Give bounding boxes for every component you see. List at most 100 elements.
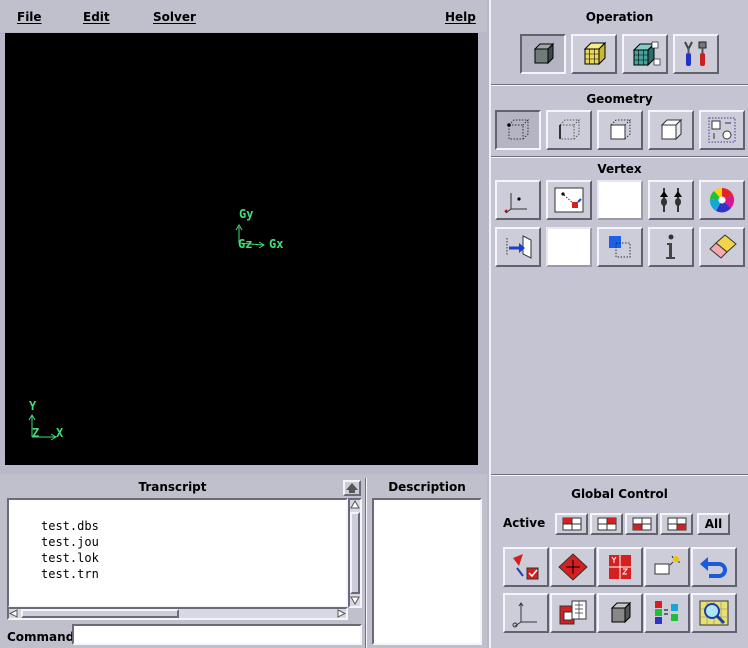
shaded-cube-icon [610,601,632,624]
operation-zones-button[interactable] [622,34,668,74]
edge-cube-icon [559,119,581,140]
operation-tools-button[interactable] [673,34,719,74]
operation-title: Operation [585,10,654,24]
view-quadrant-icon [667,517,686,531]
menu-help[interactable]: Help [445,10,476,24]
origin-gz-label: Gz [238,237,253,251]
colormap-icon [655,601,678,624]
global-select-button[interactable] [550,547,596,587]
orient-axes-icon [609,555,631,579]
mesh-cube-icon [583,41,607,66]
menu-edit[interactable]: Edit [83,10,110,24]
geometry-vertex-button[interactable] [495,110,541,150]
face-cube-icon [610,119,632,140]
undo-icon [700,557,727,578]
global-shade-button[interactable] [597,593,643,633]
scroll-right-icon[interactable] [336,609,346,618]
view-quadrant-icon [597,517,616,531]
global-orient-button[interactable] [597,547,643,587]
corner-z-label: Z [32,426,40,440]
transcript-pane[interactable]: test.dbs test.jou test.lok test.trn [7,498,348,608]
create-vertex-icon [504,193,527,214]
vertex-color-button[interactable] [699,180,745,220]
vertex-connect-button[interactable] [648,180,694,220]
eraser-icon [709,234,737,259]
global-render-button[interactable] [550,593,596,633]
geometry-group-button[interactable] [699,110,745,150]
geometry-cube-icon [533,42,555,65]
info-icon [666,234,675,259]
active-view-2-button[interactable] [590,513,623,535]
tools-icon [684,41,707,66]
scroll-down-icon[interactable] [350,595,360,605]
active-view-1-button[interactable] [555,513,588,535]
transcript-collapse-button[interactable] [343,480,361,496]
transcript-line: test.jou [41,535,99,549]
separator [491,156,748,158]
geometry-face-button[interactable] [597,110,643,150]
global-undo-button[interactable] [691,547,737,587]
connect-vertex-icon [660,188,682,212]
active-label: Active [503,516,546,530]
separator [491,474,748,476]
pane-divider [365,478,367,648]
origin-gx-label: Gx [269,237,284,251]
horizontal-scroll-thumb[interactable] [21,609,179,618]
active-view-3-button[interactable] [625,513,658,535]
geometry-edge-button[interactable] [546,110,592,150]
description-pane [372,498,482,645]
geometry-title: Geometry [586,92,653,106]
fit-icon [513,554,539,580]
vertex-move-button[interactable] [546,180,592,220]
global-control-title: Global Control [571,487,668,501]
view-quadrant-icon [562,517,581,531]
command-label: Command: [7,630,80,644]
menu-solver[interactable]: Solver [153,10,196,24]
operation-geometry-button[interactable] [520,34,566,74]
vertex-cube-icon [507,119,530,140]
move-vertex-icon [554,187,584,213]
active-view-4-button[interactable] [660,513,693,535]
scroll-up-icon[interactable] [350,500,360,510]
vertex-project-button[interactable] [495,227,541,267]
vertex-delete-button[interactable] [699,227,745,267]
vertex-info-button[interactable] [648,227,694,267]
global-light-button[interactable] [644,547,690,587]
graphics-viewport[interactable]: Gy Gz Gx Y Z X [5,33,478,465]
render-icon [559,600,587,625]
vertex-create-button[interactable] [495,180,541,220]
origin-gy-label: Gy [239,207,254,221]
active-all-button[interactable]: All [697,513,730,535]
command-panel: Operation Geometry Vertex Global Control… [489,0,748,648]
scroll-left-icon[interactable] [9,609,19,618]
global-colormap-button[interactable] [644,593,690,633]
vertex-select-button[interactable] [597,227,643,267]
vertex-title: Vertex [597,162,642,176]
global-fit-button[interactable] [503,547,549,587]
group-icon [708,117,736,143]
corner-x-label: X [56,426,64,440]
transcript-horizontal-scrollbar[interactable] [7,607,348,620]
geometry-volume-button[interactable] [648,110,694,150]
axes-icon [512,602,537,628]
transcript-line: test.dbs [41,519,99,533]
corner-y-label: Y [29,399,37,413]
vertex-empty-button [597,180,643,220]
operation-mesh-button[interactable] [571,34,617,74]
transcript-vertical-scrollbar[interactable] [348,498,362,608]
transcript-title: Transcript [138,480,207,494]
transcript-line: test.trn [41,567,99,581]
global-zoom-button[interactable] [691,593,737,633]
vertex-empty-button [546,227,592,267]
select-diamond-icon [558,553,588,581]
global-axes-button[interactable] [503,593,549,633]
menu-bar: File Edit Solver Help [0,0,487,32]
select-vertex-icon [609,236,631,258]
zoom-icon [699,600,729,626]
description-title: Description [388,480,466,494]
light-icon [654,555,680,575]
menu-file[interactable]: File [17,10,42,24]
vertical-scroll-thumb[interactable] [350,512,360,594]
color-wheel-icon [709,187,735,213]
command-input[interactable] [72,624,362,645]
